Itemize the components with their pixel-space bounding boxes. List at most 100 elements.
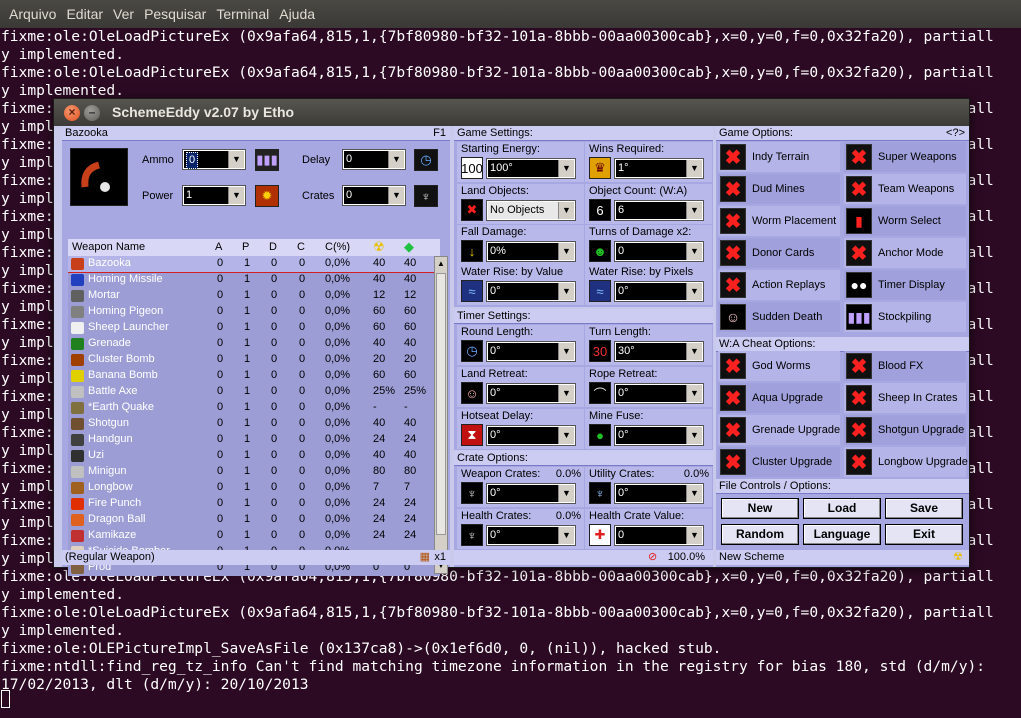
option-dud-mines[interactable]: ✖ Dud Mines	[718, 174, 840, 204]
weapon-row[interactable]: Handgun 0 1 0 0 0,0% 24 24	[68, 432, 440, 448]
weapon-row[interactable]: Banana Bomb 0 1 0 0 0,0% 60 60	[68, 368, 440, 384]
col-power[interactable]: P	[242, 241, 249, 253]
turns-damage-select[interactable]: 0 ▼	[614, 241, 704, 262]
weapon-row[interactable]: Bazooka 0 1 0 0 0,0% 40 40	[68, 256, 440, 273]
option-sheep-in-crates[interactable]: ✖ Sheep In Crates	[844, 383, 966, 413]
option-blood-fx[interactable]: ✖ Blood FX	[844, 351, 966, 381]
exit-button[interactable]: Exit	[885, 524, 963, 545]
save-button[interactable]: Save	[885, 498, 963, 519]
option-worm-placement[interactable]: ✖ Worm Placement	[718, 206, 840, 236]
weapon-row[interactable]: Sheep Launcher 0 1 0 0 0,0% 60 60	[68, 320, 440, 336]
chevron-down-icon[interactable]: ▼	[388, 187, 404, 204]
water-rise-value-select[interactable]: 0° ▼	[486, 281, 576, 302]
water-rise-pixels-select[interactable]: 0° ▼	[614, 281, 704, 302]
window-close-button[interactable]: ×	[64, 105, 80, 121]
sheep-in-crates-icon[interactable]: ✖	[846, 385, 872, 411]
chevron-down-icon[interactable]: ▼	[686, 427, 702, 444]
weapon-row[interactable]: Mortar 0 1 0 0 0,0% 12 12	[68, 288, 440, 304]
donor-cards-icon[interactable]: ✖	[720, 240, 746, 266]
menu-editar[interactable]: Editar	[61, 6, 108, 22]
stockpiling-icon[interactable]: ▮▮▮	[846, 304, 872, 330]
chevron-down-icon[interactable]: ▼	[686, 485, 702, 502]
fall-damage-select[interactable]: 0% ▼	[486, 241, 576, 262]
weapon-row[interactable]: Grenade 0 1 0 0 0,0% 40 40	[68, 336, 440, 352]
land-objects-select[interactable]: No Objects ▼	[486, 200, 576, 221]
chevron-down-icon[interactable]: ▼	[686, 160, 702, 177]
option-action-replays[interactable]: ✖ Action Replays	[718, 270, 840, 300]
grenade-upgrade-icon[interactable]: ✖	[720, 417, 746, 443]
scroll-up-icon[interactable]: ▲	[435, 257, 447, 271]
option-team-weapons[interactable]: ✖ Team Weapons	[844, 174, 966, 204]
longbow-upgrade-icon[interactable]: ✖	[846, 449, 872, 475]
col-crates[interactable]: C	[297, 241, 305, 253]
chevron-down-icon[interactable]: ▼	[686, 527, 702, 544]
power-select[interactable]: 1 ▼	[182, 185, 246, 206]
window-minimize-button[interactable]: –	[84, 105, 100, 121]
option-indy-terrain[interactable]: ✖ Indy Terrain	[718, 142, 840, 172]
crates-select[interactable]: 0 ▼	[342, 185, 406, 206]
option-shotgun-upgrade[interactable]: ✖ Shotgun Upgrade	[844, 415, 966, 445]
round-length-select[interactable]: 0° ▼	[486, 341, 576, 362]
weapon-row[interactable]: Uzi 0 1 0 0 0,0% 40 40	[68, 448, 440, 464]
shotgun-upgrade-icon[interactable]: ✖	[846, 417, 872, 443]
col-ammo[interactable]: A	[215, 241, 222, 253]
cluster-upgrade-icon[interactable]: ✖	[720, 449, 746, 475]
option-aqua-upgrade[interactable]: ✖ Aqua Upgrade	[718, 383, 840, 413]
god-worms-icon[interactable]: ✖	[720, 353, 746, 379]
chevron-down-icon[interactable]: ▼	[558, 202, 574, 219]
weapon-row[interactable]: Homing Missile 0 1 0 0 0,0% 40 40	[68, 272, 440, 288]
option-timer-display[interactable]: ●● Timer Display	[844, 270, 966, 300]
weapon-list[interactable]: Bazooka 0 1 0 0 0,0% 40 40 Homing Missile 0 1 0 0 0,0…	[68, 256, 440, 576]
hotseat-delay-select[interactable]: 0° ▼	[486, 425, 576, 446]
menu-ver[interactable]: Ver	[108, 6, 139, 22]
wins-required-select[interactable]: 1° ▼	[614, 158, 704, 179]
chevron-down-icon[interactable]: ▼	[558, 385, 574, 402]
anchor-mode-icon[interactable]: ✖	[846, 240, 872, 266]
menu-ajuda[interactable]: Ajuda	[274, 6, 320, 22]
worm-select-icon[interactable]: ▮	[846, 208, 872, 234]
option-worm-select[interactable]: ▮ Worm Select	[844, 206, 966, 236]
help-button[interactable]: <?>	[946, 126, 965, 141]
weapon-list-scrollbar[interactable]: ▲ ▼	[434, 256, 448, 574]
option-longbow-upgrade[interactable]: ✖ Longbow Upgrade	[844, 447, 968, 477]
weapon-row[interactable]: Shotgun 0 1 0 0 0,0% 40 40	[68, 416, 440, 432]
action-replays-icon[interactable]: ✖	[720, 272, 746, 298]
col-delay[interactable]: D	[269, 241, 277, 253]
timer-display-icon[interactable]: ●●	[846, 272, 872, 298]
weapon-row[interactable]: Dragon Ball 0 1 0 0 0,0% 24 24	[68, 512, 440, 528]
window-titlebar[interactable]: × – SchemeEddy v2.07 by Etho	[54, 99, 969, 126]
menu-pesquisar[interactable]: Pesquisar	[139, 6, 211, 22]
super-weapons-icon[interactable]: ✖	[846, 144, 872, 170]
option-sudden-death[interactable]: ☺ Sudden Death	[718, 302, 840, 332]
health-crates-select[interactable]: 0° ▼	[486, 525, 576, 546]
weapon-row[interactable]: Homing Pigeon 0 1 0 0 0,0% 60 60	[68, 304, 440, 320]
worm-placement-icon[interactable]: ✖	[720, 208, 746, 234]
col-weapon-name[interactable]: Weapon Name	[72, 241, 145, 253]
scroll-thumb[interactable]	[436, 273, 446, 535]
col-crate-percent[interactable]: C(%)	[325, 241, 350, 253]
weapon-row[interactable]: Longbow 0 1 0 0 0,0% 7 7	[68, 480, 440, 496]
weapon-crates-select[interactable]: 0° ▼	[486, 483, 576, 504]
dud-mines-icon[interactable]: ✖	[720, 176, 746, 202]
random-button[interactable]: Random	[721, 524, 799, 545]
chevron-down-icon[interactable]: ▼	[558, 427, 574, 444]
indy-terrain-icon[interactable]: ✖	[720, 144, 746, 170]
chevron-down-icon[interactable]: ▼	[228, 187, 244, 204]
aqua-upgrade-icon[interactable]: ✖	[720, 385, 746, 411]
weapon-row[interactable]: Battle Axe 0 1 0 0 0,0% 25% 25%	[68, 384, 440, 400]
chevron-down-icon[interactable]: ▼	[558, 160, 574, 177]
option-god-worms[interactable]: ✖ God Worms	[718, 351, 840, 381]
chevron-down-icon[interactable]: ▼	[686, 283, 702, 300]
option-donor-cards[interactable]: ✖ Donor Cards	[718, 238, 840, 268]
option-stockpiling[interactable]: ▮▮▮ Stockpiling	[844, 302, 966, 332]
chevron-down-icon[interactable]: ▼	[686, 243, 702, 260]
land-retreat-select[interactable]: 0° ▼	[486, 383, 576, 404]
delay-select[interactable]: 0 ▼	[342, 149, 406, 170]
weapon-row[interactable]: Minigun 0 1 0 0 0,0% 80 80	[68, 464, 440, 480]
weapon-row[interactable]: Fire Punch 0 1 0 0 0,0% 24 24	[68, 496, 440, 512]
load-button[interactable]: Load	[803, 498, 881, 519]
chevron-down-icon[interactable]: ▼	[686, 385, 702, 402]
chevron-down-icon[interactable]: ▼	[558, 527, 574, 544]
chevron-down-icon[interactable]: ▼	[558, 243, 574, 260]
option-cluster-upgrade[interactable]: ✖ Cluster Upgrade	[718, 447, 840, 477]
